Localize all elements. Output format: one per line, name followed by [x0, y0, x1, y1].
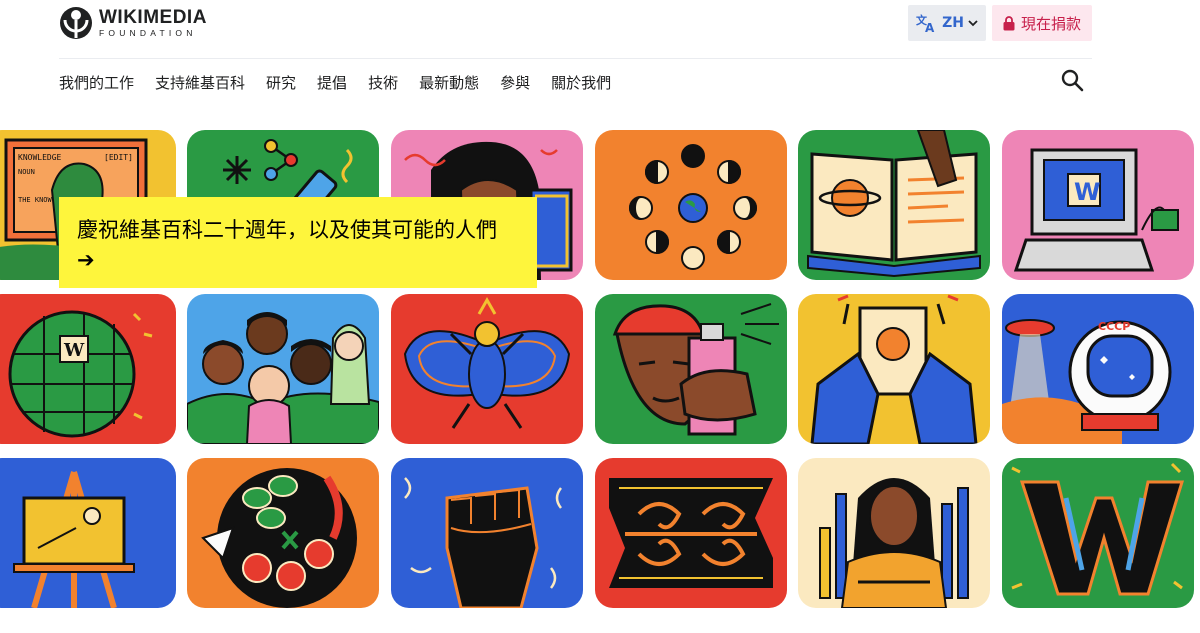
nav-item-advocacy[interactable]: 提倡: [317, 72, 347, 94]
ufo-icon: [1005, 319, 1055, 337]
tile-open-book[interactable]: [798, 130, 990, 280]
asterisk-icon: [223, 156, 251, 184]
knowledge-label: KNOWLEDGE: [18, 153, 62, 162]
easel-canvas-icon: [22, 496, 126, 566]
tile-puzzle-globe[interactable]: W: [0, 294, 176, 444]
language-selector-button[interactable]: 文 A ZH: [908, 5, 986, 41]
earth-icon: [678, 193, 708, 223]
cccp-label: CCCP: [1098, 320, 1130, 333]
computer-w-letter: W: [1074, 178, 1100, 206]
chevron-down-icon: [968, 20, 978, 27]
cap-icon: [612, 304, 706, 336]
lock-icon: [1003, 15, 1015, 30]
edit-label: [EDIT]: [104, 153, 133, 162]
tile-easel[interactable]: [0, 458, 176, 608]
search-icon[interactable]: [1060, 68, 1086, 94]
tile-swirl-pattern[interactable]: [595, 458, 787, 608]
nav-item-support-wikipedia[interactable]: 支持維基百科: [155, 72, 245, 94]
donate-label: 現在捐款: [1020, 14, 1081, 33]
tile-food-bowl[interactable]: [187, 458, 379, 608]
nav-item-research[interactable]: 研究: [266, 72, 296, 94]
noun-label: NOUN: [18, 168, 35, 176]
main-nav: 我們的工作 支持維基百科 研究 提倡 技術 最新動態 參與 關於我們: [59, 72, 632, 94]
raised-fist-icon: [445, 486, 539, 608]
globe-w-letter: W: [63, 340, 85, 361]
logo-wordmark: WIKIMEDIA: [99, 7, 207, 29]
tile-hands-photo[interactable]: [798, 294, 990, 444]
anniversary-banner-link[interactable]: 慶祝維基百科二十週年，以及使其可能的人們 ➔: [59, 197, 537, 288]
logo-subtitle: FOUNDATION: [99, 28, 197, 39]
translate-icon: 文 A: [916, 13, 935, 33]
tile-astronaut-helmet[interactable]: CCCP: [1002, 294, 1194, 444]
tile-retro-computer[interactable]: W: [1002, 130, 1194, 280]
donate-button[interactable]: 現在捐款: [992, 5, 1092, 41]
nav-item-about-us[interactable]: 關於我們: [551, 72, 611, 94]
wikimedia-logo[interactable]: WIKIMEDIA FOUNDATION: [59, 6, 207, 40]
tile-woman-chart[interactable]: [798, 458, 990, 608]
banner-text: 慶祝維基百科二十週年，以及使其可能的人們 ➔: [77, 218, 497, 272]
tile-spray-can-boy[interactable]: [595, 294, 787, 444]
header-divider: [59, 58, 1092, 59]
site-header: WIKIMEDIA FOUNDATION 文 A ZH 現在捐款 我們的工作 支…: [0, 0, 1200, 110]
nav-item-news[interactable]: 最新動態: [419, 72, 479, 94]
planet-icon: [831, 179, 869, 217]
tile-scarab-beetle[interactable]: [391, 294, 583, 444]
mouse-icon: [1151, 209, 1179, 231]
wikimedia-logo-icon: [60, 7, 92, 39]
tile-w-logo[interactable]: [1002, 458, 1194, 608]
svg-text:A: A: [925, 21, 935, 33]
tile-group-of-people[interactable]: [187, 294, 379, 444]
the-know-label: THE KNOW: [18, 196, 53, 204]
molecule-icon: [264, 139, 298, 181]
tile-raised-fist[interactable]: [391, 458, 583, 608]
nav-item-technology[interactable]: 技術: [368, 72, 398, 94]
nav-item-participate[interactable]: 參與: [500, 72, 530, 94]
language-code: ZH: [942, 15, 964, 31]
wikipedia-w-icon: [1019, 480, 1185, 596]
wikipedia-globe-icon: [8, 310, 136, 438]
nav-item-our-work[interactable]: 我們的工作: [59, 72, 134, 94]
tile-moon-phases[interactable]: [595, 130, 787, 280]
